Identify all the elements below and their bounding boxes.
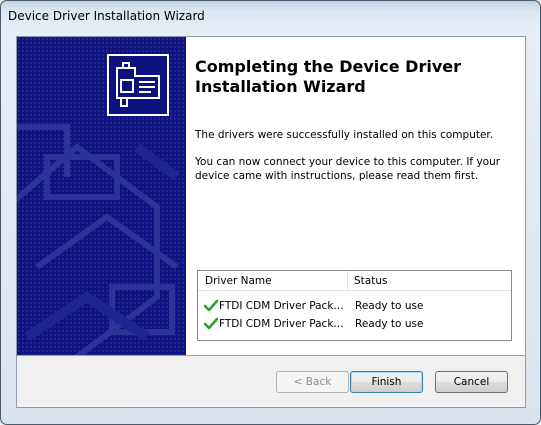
page-title: Completing the Device Driver Installatio… [195,57,461,96]
button-area-divider [17,355,525,356]
hardware-card-icon [107,54,169,116]
driver-name-cell: FTDI CDM Driver Packa... [219,318,345,330]
success-message: The drivers were successfully installed … [195,129,494,141]
driver-row[interactable]: FTDI CDM Driver Packa... Ready to use [198,297,511,315]
back-button[interactable]: < Back [276,371,349,393]
wizard-window: Device Driver Installation Wizard Comple… [0,0,541,425]
driver-name-cell: FTDI CDM Driver Packa... [219,300,345,312]
driver-list-header: Driver Name Status [198,271,511,292]
wizard-content: Completing the Device Driver Installatio… [186,37,525,355]
driver-status-cell: Ready to use [355,318,424,330]
cancel-button[interactable]: Cancel [435,371,508,393]
finish-button[interactable]: Finish [350,371,423,393]
green-check-icon [204,299,218,312]
driver-list[interactable]: Driver Name Status FTDI CDM Driver Packa… [197,270,512,341]
column-header-driver-name[interactable]: Driver Name [198,271,348,291]
driver-row[interactable]: FTDI CDM Driver Packa... Ready to use [198,315,511,333]
wizard-client-area: Completing the Device Driver Installatio… [16,36,526,408]
green-check-icon [204,317,218,330]
window-title: Device Driver Installation Wizard [8,9,205,23]
driver-status-cell: Ready to use [355,300,424,312]
column-header-status[interactable]: Status [348,271,511,291]
instructions-message: You can now connect your device to this … [195,156,501,182]
wizard-banner [17,37,186,355]
